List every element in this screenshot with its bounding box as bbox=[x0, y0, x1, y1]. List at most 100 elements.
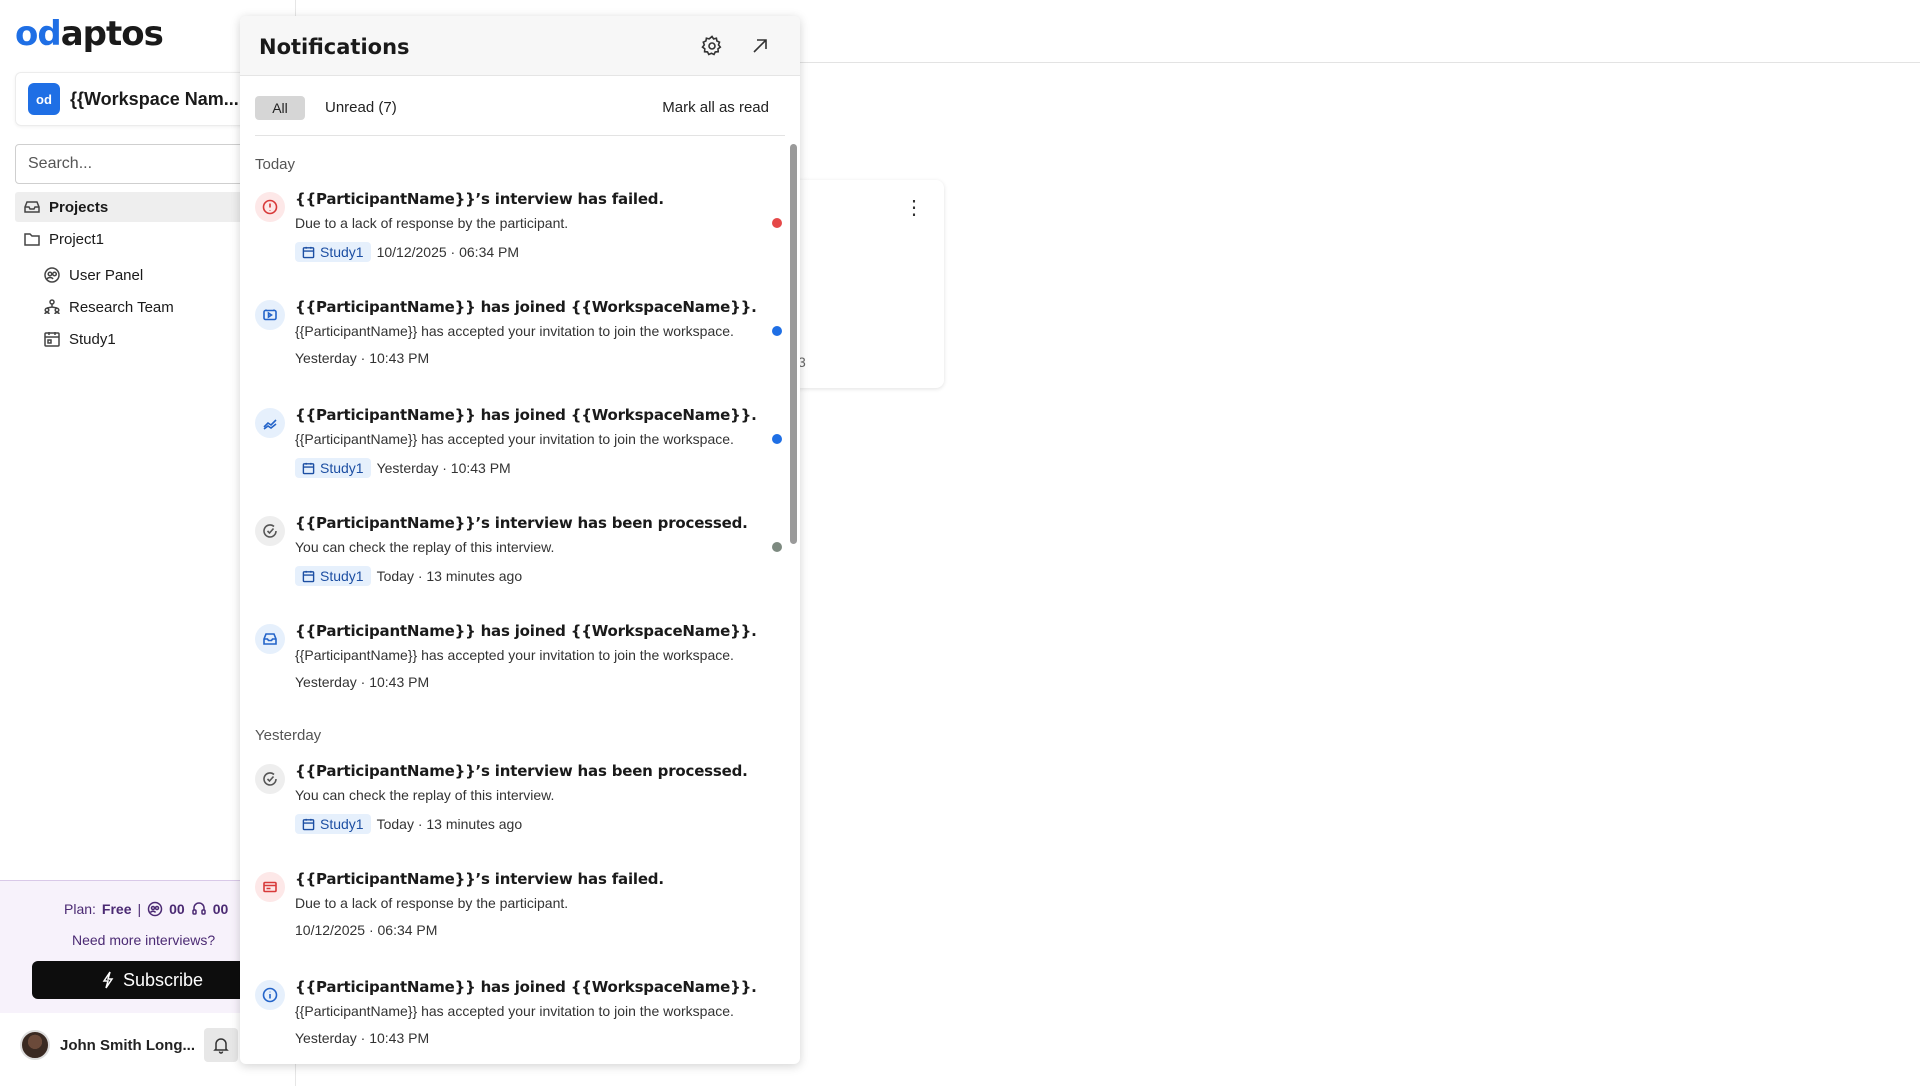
notification-body: Due to a lack of response by the partici… bbox=[295, 895, 569, 911]
interviews-icon bbox=[147, 901, 163, 917]
check-circle-icon bbox=[263, 772, 277, 786]
alert-circle-icon bbox=[255, 192, 285, 222]
sidebar-item-label: Study1 bbox=[69, 330, 116, 348]
more-options-icon[interactable]: ⋮ bbox=[904, 198, 924, 218]
logo-text: aptos bbox=[60, 14, 164, 54]
panel-title: Notifications bbox=[259, 35, 410, 59]
team-icon bbox=[44, 299, 60, 315]
unread-dot bbox=[772, 218, 782, 228]
need-more-link[interactable]: Need more interviews? bbox=[72, 932, 215, 948]
info-circle-icon bbox=[255, 980, 285, 1010]
check-circle-icon bbox=[263, 524, 277, 538]
workspace-icon: od bbox=[28, 83, 60, 115]
arrow-up-right-icon bbox=[753, 39, 767, 53]
bell-icon bbox=[213, 1038, 229, 1054]
notification-meta: Study1 Today · 13 minutes ago bbox=[295, 814, 522, 834]
study-chip[interactable]: Study1 bbox=[295, 242, 371, 262]
calendar-icon bbox=[44, 332, 60, 347]
settings-button[interactable] bbox=[700, 34, 724, 58]
avatar[interactable] bbox=[20, 1030, 50, 1060]
info-circle-icon bbox=[262, 987, 278, 1003]
sidebar-item-label: Projects bbox=[49, 198, 109, 216]
sidebar-item-label: User Panel bbox=[69, 266, 144, 284]
scrollbar[interactable] bbox=[790, 144, 797, 544]
study-chip[interactable]: Study1 bbox=[295, 458, 371, 478]
app-logo[interactable]: odaptos bbox=[15, 14, 164, 54]
notification-title: {{ParticipantName}}’s interview has fail… bbox=[295, 190, 664, 208]
notification-body: Due to a lack of response by the partici… bbox=[295, 215, 569, 231]
folder-icon bbox=[24, 233, 40, 246]
alert-circle-icon bbox=[262, 199, 278, 215]
notification-title: {{ParticipantName}} has joined {{Workspa… bbox=[295, 622, 757, 640]
sidebar-item-label: Research Team bbox=[69, 298, 174, 316]
plan-separator: | bbox=[137, 901, 142, 917]
unread-dot bbox=[772, 542, 782, 552]
notification-time: Today · 13 minutes ago bbox=[376, 568, 523, 584]
calendar-icon bbox=[302, 462, 315, 474]
calendar-icon bbox=[302, 570, 315, 582]
notification-time: 10/12/2025 · 06:34 PM bbox=[295, 922, 438, 938]
panel-header: Notifications bbox=[240, 16, 800, 76]
subscribe-button[interactable]: Subscribe bbox=[32, 961, 272, 999]
notification-time: Today · 13 minutes ago bbox=[376, 816, 523, 832]
notification-meta: Study1 Yesterday · 10:43 PM bbox=[295, 458, 511, 478]
support-count: 00 bbox=[212, 901, 229, 917]
workspace-name: {{Workspace Nam... bbox=[70, 88, 239, 109]
study-chip-label: Study1 bbox=[320, 460, 364, 476]
section-label-today: Today bbox=[255, 156, 296, 173]
video-icon bbox=[263, 309, 277, 321]
gear-icon bbox=[701, 35, 722, 56]
notification-time: Yesterday · 10:43 PM bbox=[295, 674, 430, 690]
check-circle-icon bbox=[255, 516, 285, 546]
notification-time: Yesterday · 10:43 PM bbox=[295, 350, 430, 366]
lightning-icon bbox=[102, 971, 114, 989]
notification-time: 10/12/2025 · 06:34 PM bbox=[376, 244, 520, 260]
plan-line: Plan: Free | 00 00 bbox=[64, 901, 228, 917]
notification-body: {{ParticipantName}} has accepted your in… bbox=[295, 647, 734, 663]
subscribe-label: Subscribe bbox=[122, 969, 204, 990]
notification-body: {{ParticipantName}} has accepted your in… bbox=[295, 1003, 734, 1019]
users-circle-icon bbox=[44, 267, 60, 283]
study-chip-label: Study1 bbox=[320, 244, 364, 260]
inbox-icon bbox=[24, 201, 40, 213]
notification-title: {{ParticipantName}} has joined {{Workspa… bbox=[295, 406, 757, 424]
calendar-icon bbox=[302, 818, 315, 830]
notification-meta: Yesterday · 10:43 PM bbox=[295, 674, 429, 690]
unread-dot bbox=[772, 326, 782, 336]
notification-title: {{ParticipantName}}’s interview has fail… bbox=[295, 870, 664, 888]
interviews-count: 00 bbox=[169, 901, 185, 917]
card-icon bbox=[263, 881, 277, 893]
headset-icon bbox=[191, 902, 206, 915]
card-icon bbox=[255, 872, 285, 902]
notification-body: {{ParticipantName}} has accepted your in… bbox=[295, 431, 734, 447]
notification-meta: 10/12/2025 · 06:34 PM bbox=[295, 922, 437, 938]
tab-all[interactable]: All bbox=[255, 96, 305, 120]
section-label-yesterday: Yesterday bbox=[255, 727, 322, 744]
video-icon bbox=[255, 300, 285, 330]
study-chip-label: Study1 bbox=[320, 816, 364, 832]
notification-meta: Yesterday · 10:43 PM bbox=[295, 1030, 429, 1046]
notifications-button[interactable] bbox=[204, 1028, 238, 1062]
tab-unread[interactable]: Unread (7) bbox=[325, 99, 397, 116]
notification-title: {{ParticipantName}}’s interview has been… bbox=[295, 762, 748, 780]
notification-title: {{ParticipantName}} has joined {{Workspa… bbox=[295, 298, 757, 316]
sidebar-item-label: Project1 bbox=[49, 230, 105, 248]
trend-icon bbox=[263, 419, 277, 430]
notification-body: {{ParticipantName}} has accepted your in… bbox=[295, 323, 734, 339]
notification-time: Yesterday · 10:43 PM bbox=[295, 1030, 430, 1046]
logo-prefix: od bbox=[15, 14, 62, 54]
plan-label: Plan: bbox=[64, 901, 96, 917]
inbox-icon bbox=[255, 624, 285, 654]
user-name: John Smith Long... bbox=[60, 1036, 195, 1054]
notification-time: Yesterday · 10:43 PM bbox=[376, 460, 511, 476]
notifications-panel: Notifications All Unread (7) Mark all as… bbox=[240, 16, 800, 1064]
notification-body: You can check the replay of this intervi… bbox=[295, 539, 555, 555]
notification-meta: Study1 Today · 13 minutes ago bbox=[295, 566, 522, 586]
open-full-button[interactable] bbox=[748, 34, 772, 58]
mark-all-read-button[interactable]: Mark all as read bbox=[662, 99, 769, 116]
study-chip[interactable]: Study1 bbox=[295, 814, 371, 834]
check-circle-icon bbox=[255, 764, 285, 794]
unread-dot bbox=[772, 434, 782, 444]
study-chip[interactable]: Study1 bbox=[295, 566, 371, 586]
calendar-icon bbox=[302, 246, 315, 258]
